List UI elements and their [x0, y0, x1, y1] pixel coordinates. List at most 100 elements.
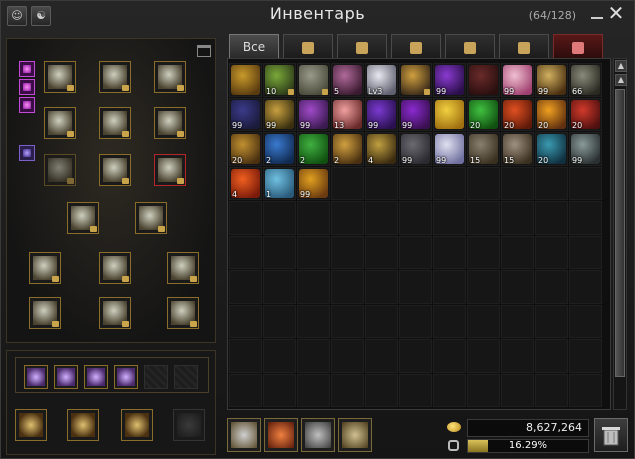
inventory-slot[interactable] — [399, 201, 432, 235]
inventory-slot[interactable] — [365, 166, 398, 200]
inventory-slot[interactable] — [535, 270, 568, 304]
inventory-slot[interactable] — [433, 201, 466, 235]
equip-slot-earring[interactable] — [99, 297, 131, 329]
inventory-slot[interactable] — [399, 166, 432, 200]
equip-slot-gem[interactable] — [19, 61, 35, 77]
inventory-slot[interactable] — [331, 373, 364, 407]
inventory-slot[interactable] — [433, 166, 466, 200]
inventory-slot[interactable] — [365, 201, 398, 235]
inventory-slot[interactable] — [569, 235, 602, 269]
inventory-slot[interactable] — [297, 304, 330, 338]
dismantle-button[interactable] — [264, 418, 298, 452]
inventory-slot[interactable] — [467, 63, 500, 97]
inventory-slot[interactable] — [229, 373, 262, 407]
inventory-slot[interactable]: 2 — [297, 132, 330, 166]
inventory-slot[interactable]: 20 — [229, 132, 262, 166]
inventory-slot[interactable]: 99 — [433, 63, 466, 97]
inventory-slot[interactable] — [467, 373, 500, 407]
equip-slot-sword[interactable] — [67, 202, 99, 234]
inventory-slot[interactable]: 15 — [501, 132, 534, 166]
equip-slot-necklace[interactable] — [167, 297, 199, 329]
trash-button[interactable] — [594, 418, 628, 452]
equip-slot-ring[interactable] — [99, 252, 131, 284]
inventory-slot[interactable]: 4 — [229, 166, 262, 200]
inventory-slot[interactable] — [399, 373, 432, 407]
inventory-slot[interactable]: 99 — [297, 166, 330, 200]
equip-slot-gloves[interactable] — [44, 107, 76, 139]
accessory-slot-empty[interactable] — [174, 365, 198, 389]
equip-slot-chest[interactable] — [99, 107, 131, 139]
inventory-slot[interactable] — [569, 373, 602, 407]
sort-button[interactable] — [227, 418, 261, 452]
inventory-slot[interactable] — [467, 235, 500, 269]
inventory-slot[interactable] — [297, 373, 330, 407]
tab-scroll[interactable] — [499, 34, 549, 58]
tab-helmet[interactable] — [283, 34, 333, 58]
inventory-slot[interactable] — [297, 339, 330, 373]
skill-slot-rune[interactable] — [67, 409, 99, 441]
accessory-slot-star[interactable] — [84, 365, 108, 389]
inventory-slot[interactable] — [501, 201, 534, 235]
close-button[interactable]: ✕ — [606, 3, 626, 23]
tab-hammer[interactable] — [391, 34, 441, 58]
inventory-slot[interactable] — [501, 270, 534, 304]
equip-slot-armor[interactable] — [154, 61, 186, 93]
equip-slot-mask[interactable] — [44, 61, 76, 93]
inventory-slot[interactable] — [399, 63, 432, 97]
inventory-slot[interactable] — [501, 235, 534, 269]
tab-chest[interactable] — [445, 34, 495, 58]
equip-slot-shirt[interactable] — [167, 252, 199, 284]
inventory-slot[interactable] — [433, 304, 466, 338]
equip-slot-gem[interactable] — [19, 97, 35, 113]
equip-slot-dagger[interactable] — [135, 202, 167, 234]
scroll-top-arrow-icon[interactable]: ▲ — [615, 74, 627, 86]
inventory-slot[interactable]: 99 — [263, 97, 296, 131]
accessory-slot-orb[interactable] — [24, 365, 48, 389]
inventory-slot[interactable] — [263, 304, 296, 338]
inventory-slot[interactable] — [433, 339, 466, 373]
panel-toggle-icon[interactable] — [197, 45, 211, 57]
inventory-slot[interactable] — [433, 373, 466, 407]
inventory-slot[interactable] — [535, 235, 568, 269]
inventory-slot[interactable] — [399, 339, 432, 373]
equip-slot-boots[interactable] — [99, 61, 131, 93]
inventory-slot[interactable] — [263, 201, 296, 235]
inventory-slot[interactable] — [263, 339, 296, 373]
inventory-slot[interactable] — [331, 166, 364, 200]
accessory-slot-amulet[interactable] — [54, 365, 78, 389]
inventory-slot[interactable] — [501, 339, 534, 373]
inventory-slot[interactable] — [569, 304, 602, 338]
inventory-slot[interactable]: 99 — [535, 63, 568, 97]
inventory-slot[interactable]: 1 — [263, 166, 296, 200]
inventory-slot[interactable]: 99 — [433, 132, 466, 166]
inventory-scrollbar[interactable]: ▲ ▲ — [613, 58, 627, 410]
accessory-slot-empty[interactable] — [144, 365, 168, 389]
inventory-slot[interactable] — [535, 166, 568, 200]
inventory-slot[interactable] — [467, 166, 500, 200]
inventory-slot[interactable] — [569, 166, 602, 200]
inventory-slot[interactable] — [297, 201, 330, 235]
inventory-slot[interactable] — [263, 270, 296, 304]
inventory-slot[interactable]: 20 — [569, 97, 602, 131]
inventory-slot[interactable] — [297, 235, 330, 269]
inventory-slot[interactable] — [229, 304, 262, 338]
equip-slot-greaves[interactable] — [154, 107, 186, 139]
inventory-slot[interactable] — [399, 235, 432, 269]
inventory-slot[interactable] — [365, 304, 398, 338]
equip-slot-gauntlet[interactable] — [154, 154, 186, 186]
inventory-slot[interactable] — [365, 270, 398, 304]
minimize-button[interactable] — [590, 7, 604, 21]
inventory-slot[interactable] — [399, 304, 432, 338]
inventory-slot[interactable] — [365, 373, 398, 407]
inventory-slot[interactable] — [569, 339, 602, 373]
inventory-slot[interactable] — [331, 270, 364, 304]
inventory-slot[interactable] — [331, 339, 364, 373]
skill-slot-branch[interactable] — [15, 409, 47, 441]
inventory-slot[interactable] — [501, 166, 534, 200]
inventory-slot[interactable]: Lv3 — [365, 63, 398, 97]
skill-slot-shadow[interactable] — [173, 409, 205, 441]
inventory-slot[interactable] — [229, 270, 262, 304]
skill-slot-halo[interactable] — [121, 409, 153, 441]
inventory-slot[interactable] — [331, 235, 364, 269]
inventory-slot[interactable] — [297, 63, 330, 97]
